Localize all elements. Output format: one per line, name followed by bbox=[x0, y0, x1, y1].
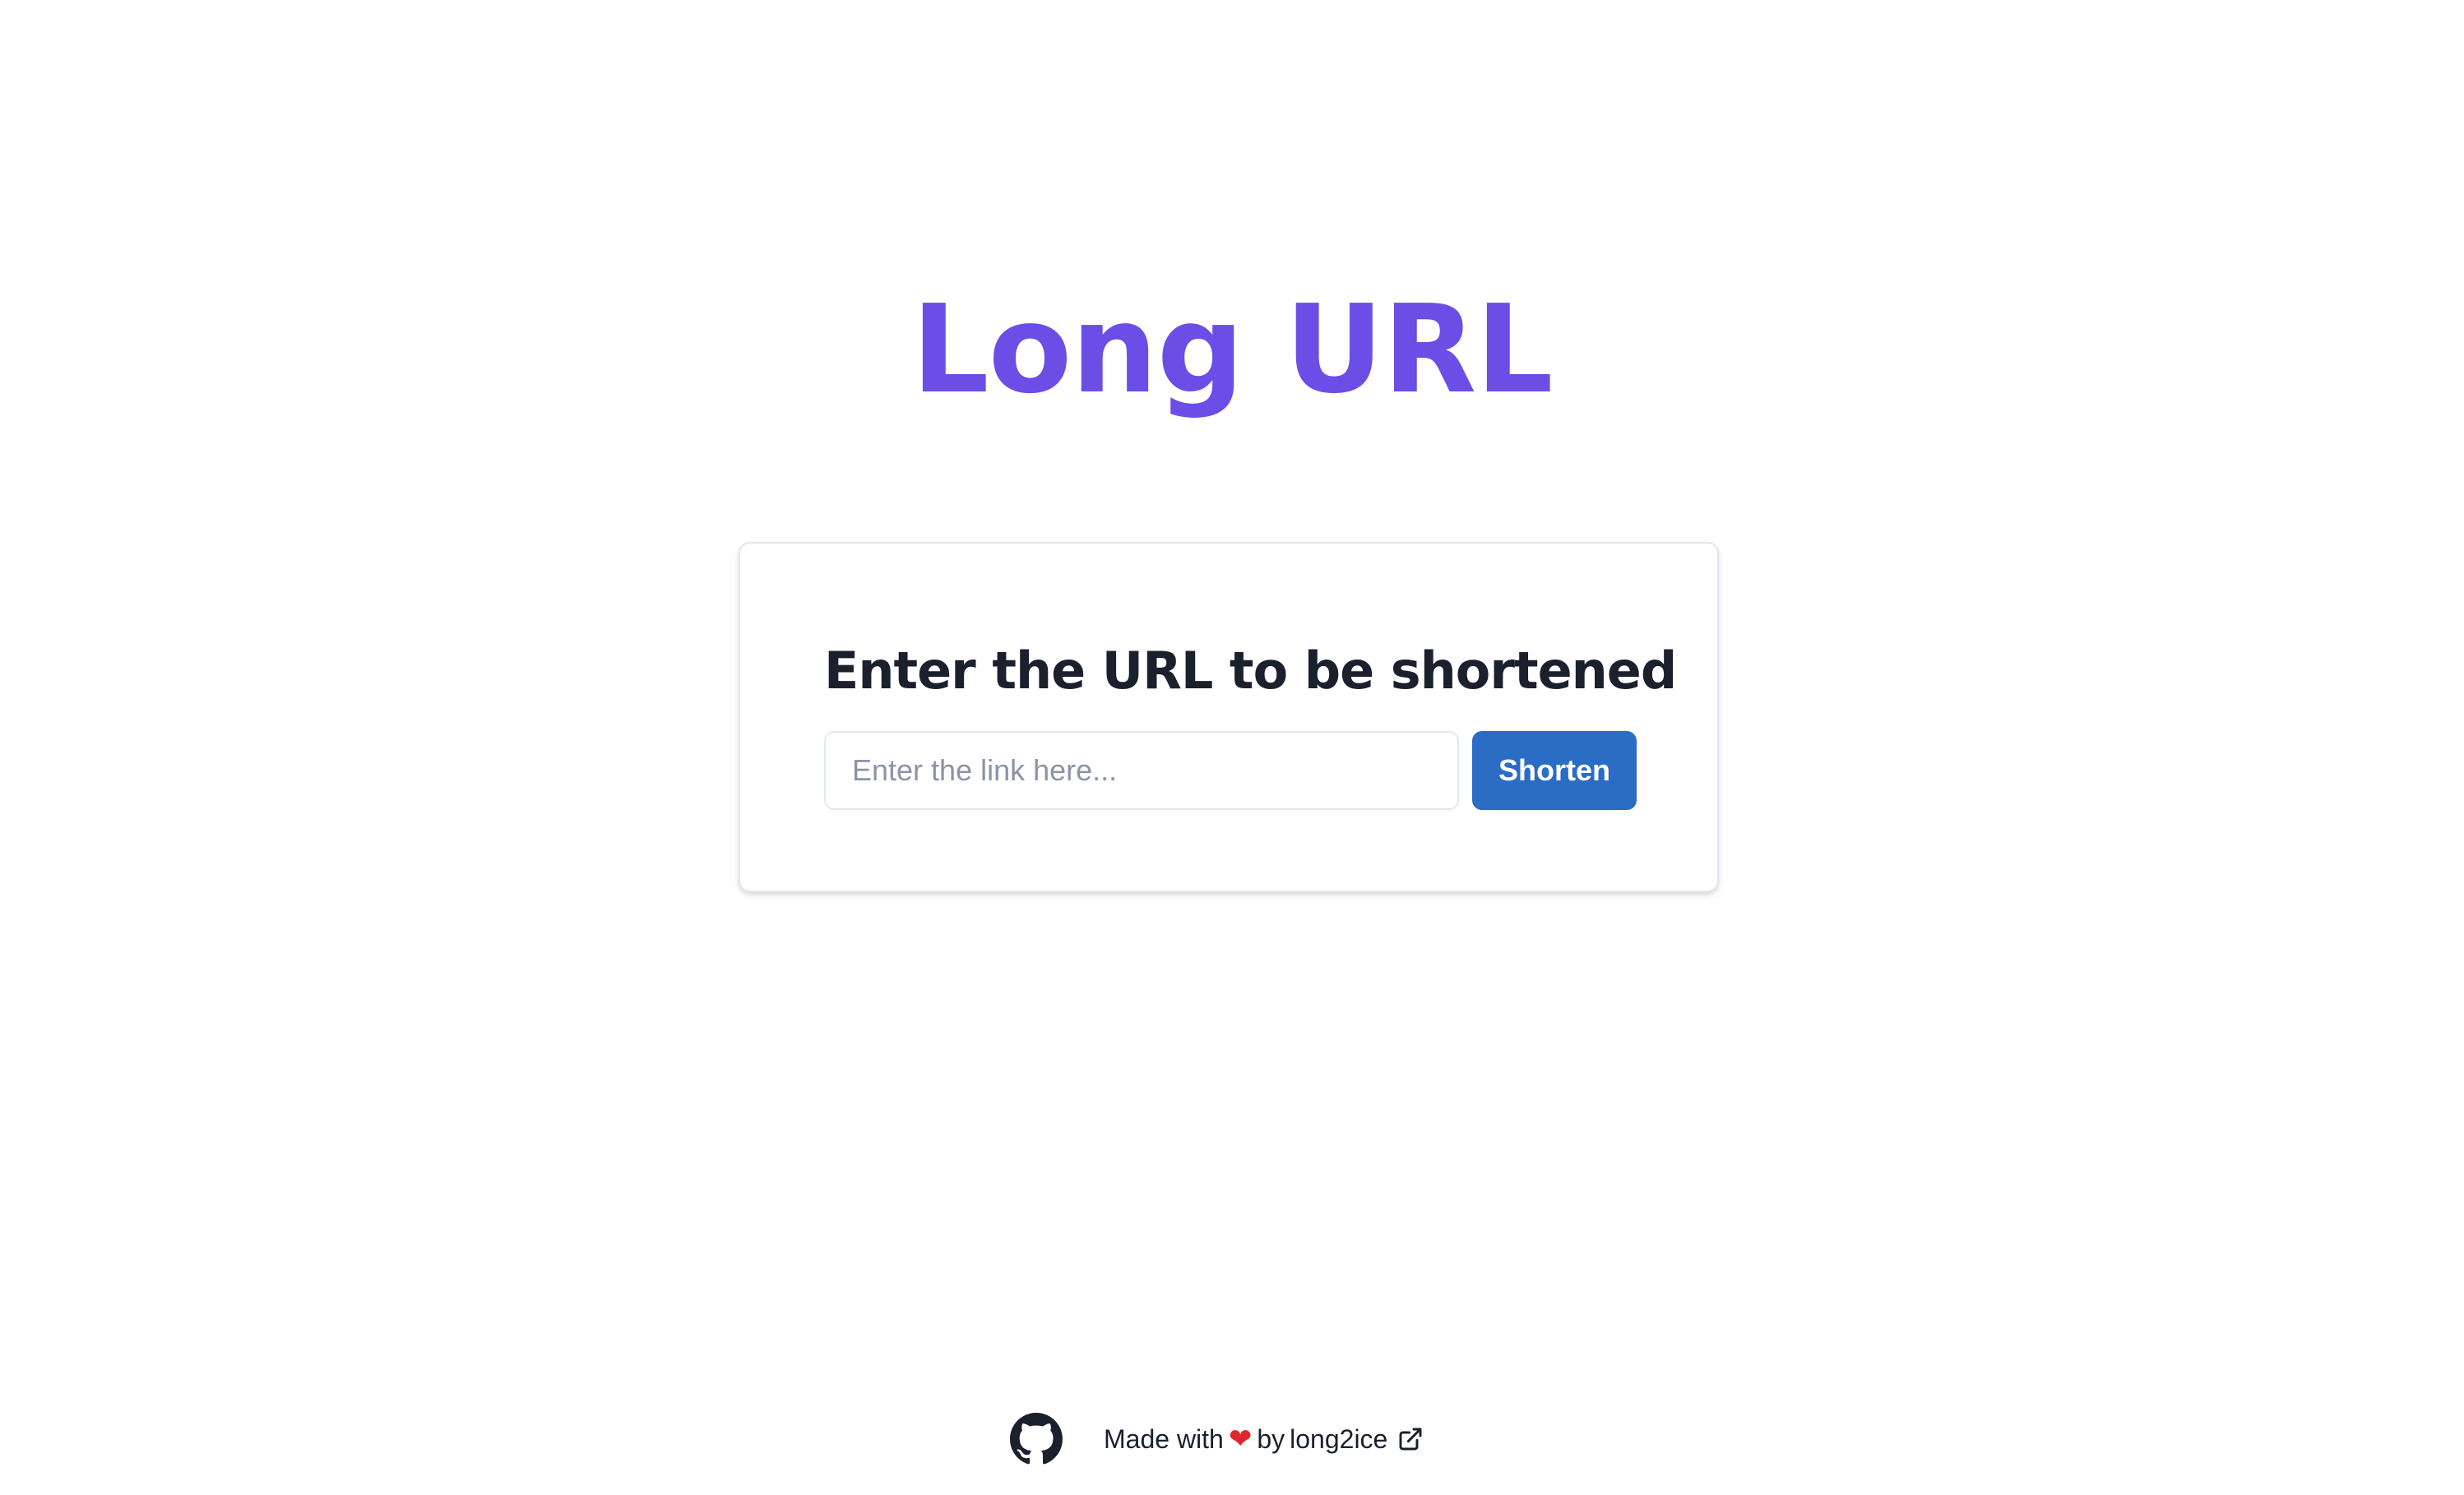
shorten-button[interactable]: Shorten bbox=[1472, 731, 1637, 810]
shorten-form-card: Enter the URL to be shortened Shorten bbox=[739, 542, 1719, 892]
credit-text: Made with ❤ by long2ice bbox=[1104, 1419, 1424, 1459]
author-name: long2ice bbox=[1290, 1424, 1388, 1454]
by-label: by bbox=[1257, 1424, 1285, 1454]
github-link[interactable] bbox=[1010, 1413, 1063, 1465]
made-with-label: Made with bbox=[1104, 1424, 1224, 1454]
footer: Made with ❤ by long2ice bbox=[0, 1411, 2464, 1469]
form-heading: Enter the URL to be shortened bbox=[824, 641, 1677, 701]
author-link[interactable]: long2ice bbox=[1290, 1419, 1424, 1459]
heart-icon: ❤ bbox=[1228, 1423, 1253, 1455]
github-icon bbox=[1010, 1413, 1063, 1465]
url-input[interactable] bbox=[824, 731, 1459, 810]
external-link-icon bbox=[1397, 1426, 1424, 1452]
page-title: Long URL bbox=[911, 279, 1553, 420]
